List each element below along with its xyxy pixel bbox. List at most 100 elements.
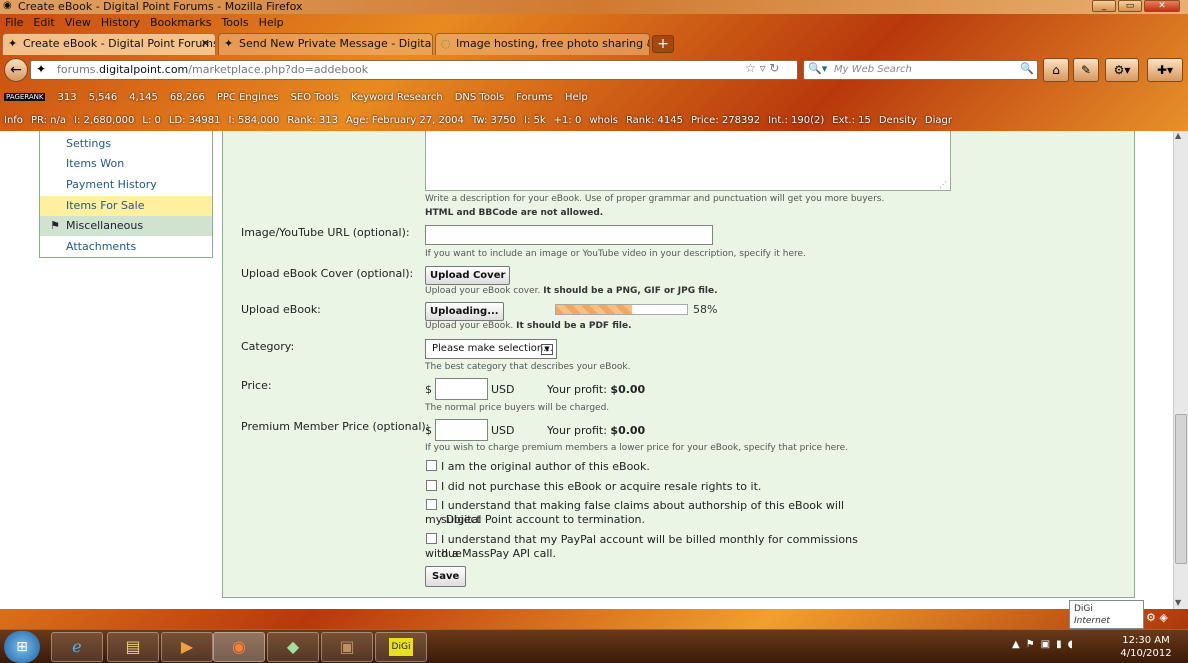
menu-view[interactable]: View <box>65 15 91 31</box>
save-button[interactable]: Save <box>425 566 467 587</box>
sidebar-item-items-for-sale[interactable]: Items For Sale <box>40 196 212 216</box>
toolbar-item[interactable]: whois <box>589 115 618 126</box>
no-resale-checkbox[interactable] <box>426 480 437 491</box>
no-resale-label[interactable]: I did not purchase this eBook or acquire… <box>441 480 861 494</box>
media-player-icon[interactable]: ▶ <box>161 632 213 662</box>
image-url-input[interactable] <box>425 225 713 245</box>
digitalpoint-icon: ✦ <box>224 37 234 50</box>
toolbar-item[interactable]: L: 0 <box>142 115 160 126</box>
profit-label: Your profit: <box>547 383 607 396</box>
sidebar-item-payment-history[interactable]: Payment History <box>40 175 212 195</box>
start-button[interactable]: ⊞ <box>4 631 40 663</box>
toolbar-item[interactable]: +1: 0 <box>554 115 582 126</box>
sidebar-item-settings[interactable]: Settings <box>40 134 212 154</box>
toolbar-item[interactable]: Price: 278392 <box>691 115 760 126</box>
forums-menu[interactable]: Forums <box>516 92 553 103</box>
toolbar-item[interactable]: LD: 34981 <box>169 115 221 126</box>
seo-tools-menu[interactable]: SEO Tools <box>291 92 339 103</box>
addon-button[interactable]: ✎ <box>1073 58 1099 82</box>
toolbar-item[interactable]: Diagr <box>925 115 952 126</box>
search-input[interactable]: My Web Search <box>803 60 1038 80</box>
toolbar-item[interactable]: Tw: 3750 <box>472 115 516 126</box>
toolbar-item[interactable]: 68,266 <box>170 92 205 103</box>
paypal-billing-checkbox[interactable] <box>426 533 437 544</box>
original-author-checkbox[interactable] <box>426 460 437 471</box>
tab-private-message[interactable]: ✦ Send New Private Message - Digital P..… <box>218 33 433 55</box>
toolbar-item[interactable]: 5,546 <box>89 92 118 103</box>
help-menu[interactable]: Help <box>565 92 588 103</box>
bookmark-star-icon[interactable]: ☆ ▿ ↻ <box>745 61 779 75</box>
toolbar-item[interactable]: 4,145 <box>129 92 158 103</box>
toolbar-item[interactable]: Age: February 27, 2004 <box>346 115 464 126</box>
search-go-icon[interactable]: 🔍 <box>1020 62 1034 75</box>
home-button[interactable]: ⌂ <box>1043 58 1069 82</box>
toolbar-item[interactable]: Rank: 4145 <box>626 115 683 126</box>
false-claims-label-cont[interactable]: my Digital Point account to termination. <box>425 513 645 527</box>
toolbar-item[interactable]: 313 <box>57 92 76 103</box>
menu-edit[interactable]: Edit <box>33 15 54 31</box>
false-claims-checkbox[interactable] <box>426 499 437 510</box>
addon-bar-icons[interactable]: ⚙ ◈ <box>1146 611 1168 624</box>
minimize-button[interactable]: _ <box>1092 0 1116 12</box>
tools-button[interactable]: ✚▾ <box>1147 58 1183 82</box>
toolbar-item[interactable]: I: 2,680,000 <box>74 115 134 126</box>
sidebar-heading-miscellaneous[interactable]: ⚑ Miscellaneous <box>40 216 212 236</box>
keyword-research-menu[interactable]: Keyword Research <box>351 92 443 103</box>
price-input[interactable] <box>435 378 488 400</box>
settings-button[interactable]: ⚙▾ <box>1105 58 1139 82</box>
file-explorer-icon[interactable]: ▤ <box>107 632 159 662</box>
menu-file[interactable]: File <box>5 15 23 31</box>
search-engine-icon[interactable]: 🔍▾ <box>808 62 827 75</box>
digi-label: DiGi <box>388 638 414 656</box>
toolbar-item[interactable]: Ext.: 15 <box>832 115 871 126</box>
category-select[interactable]: Please make selection... ▼ <box>425 339 557 359</box>
tab-create-ebook[interactable]: ✦ Create eBook - Digital Point Forums ✕ <box>2 33 216 55</box>
toolbar-item[interactable]: PR: n/a <box>31 115 66 126</box>
tab-label: Create eBook - Digital Point Forums <box>23 37 216 50</box>
internet-explorer-icon[interactable]: ℯ <box>51 632 103 662</box>
menu-tools[interactable]: Tools <box>221 15 248 31</box>
toolbar-item[interactable]: Int.: 190(2) <box>768 115 824 126</box>
ppc-engines-menu[interactable]: PPC Engines <box>217 92 279 103</box>
scroll-up-icon[interactable]: ▲ <box>1175 131 1181 140</box>
toolbar-item[interactable]: I: 584,000 <box>229 115 280 126</box>
ebook-note: Upload your eBook. It should be a PDF fi… <box>425 321 631 331</box>
system-clock[interactable]: 12:30 AM 4/10/2012 <box>1110 634 1182 660</box>
toolbar-item[interactable]: Rank: 313 <box>287 115 338 126</box>
dns-tools-menu[interactable]: DNS Tools <box>455 92 504 103</box>
toolbar-item[interactable]: Density <box>879 115 917 126</box>
digi-taskbar-button[interactable]: DiGi <box>375 632 427 662</box>
back-button[interactable]: ← <box>4 58 28 82</box>
new-tab-button[interactable]: + <box>652 35 674 53</box>
paypal-billing-label-cont[interactable]: with a MassPay API call. <box>425 547 556 561</box>
firefox-taskbar-icon[interactable]: ◉ <box>213 632 265 662</box>
menu-bookmarks[interactable]: Bookmarks <box>150 15 211 31</box>
scroll-down-icon[interactable]: ▼ <box>1175 598 1181 607</box>
site-identity-icon[interactable]: ✦ <box>36 62 46 76</box>
menu-help[interactable]: Help <box>259 15 284 31</box>
folder-taskbar-icon[interactable]: ◆ <box>267 632 319 662</box>
close-tab-icon[interactable]: ✕ <box>201 37 210 50</box>
tab-image-hosting[interactable]: ◌ Image hosting, free photo sharing & ..… <box>435 33 650 55</box>
resize-grip-icon[interactable]: ⋰ <box>939 180 947 189</box>
menu-history[interactable]: History <box>101 15 140 31</box>
uploading-button[interactable]: Uploading... <box>425 302 504 321</box>
premium-price-input[interactable] <box>435 419 488 441</box>
maximize-button[interactable]: ▭ <box>1118 0 1142 12</box>
description-note-bold: HTML and BBCode are not allowed. <box>425 208 603 218</box>
description-textarea[interactable]: ⋰ <box>425 131 951 191</box>
category-label: Category: <box>241 340 295 353</box>
upload-cover-button[interactable]: Upload Cover <box>425 266 511 285</box>
ebook-note-text: Upload your eBook. <box>425 321 514 331</box>
tab-bar: ✦ Create eBook - Digital Point Forums ✕ … <box>0 33 1188 55</box>
toolbar-item[interactable]: Info <box>4 115 23 126</box>
package-taskbar-icon[interactable]: ▣ <box>321 632 373 662</box>
scrollbar-thumb[interactable] <box>1175 414 1187 564</box>
sidebar-item-items-won[interactable]: Items Won <box>40 154 212 174</box>
sidebar-item-attachments[interactable]: Attachments <box>40 237 212 257</box>
url-bar[interactable]: forums.digitalpoint.com/marketplace.php?… <box>30 60 798 80</box>
toolbar-item[interactable]: I: 5k <box>524 115 546 126</box>
system-tray-icons[interactable]: ▲⚑▣▮◖ <box>1012 639 1079 650</box>
original-author-label[interactable]: I am the original author of this eBook. <box>441 460 861 474</box>
close-window-button[interactable]: ✕ <box>1144 0 1180 12</box>
